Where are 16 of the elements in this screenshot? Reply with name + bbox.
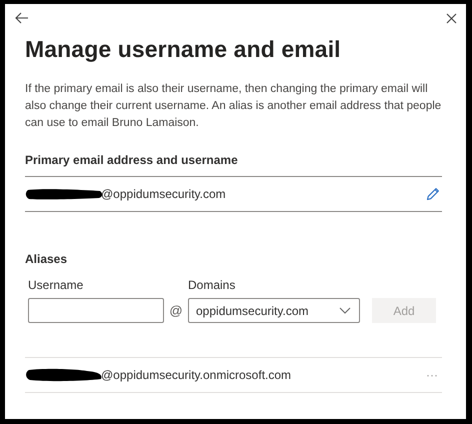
field-label: Username [28, 278, 84, 292]
domain-dropdown[interactable]: oppidumsecurity.com [188, 298, 360, 323]
email-address: @oppidumsecurity.onmicrosoft.com [101, 368, 292, 382]
section-heading: Aliases [25, 252, 68, 268]
at-sign: @ [168, 302, 184, 320]
section-heading: Primary email address and username [25, 153, 442, 177]
field-label: Domains [188, 278, 236, 292]
close-icon[interactable] [444, 10, 459, 26]
panel-title: Manage username and email [25, 36, 342, 63]
description-text: If the primary email is also their username, then changing the primary email will also change their current username. An alias is another email address that people can use to email Bruno Lamaison. [25, 82, 442, 131]
email-address: @oppidumsecurity.com [101, 187, 226, 201]
more-button[interactable]: ··· [422, 368, 442, 382]
username-field[interactable] [28, 298, 164, 323]
back-icon[interactable] [13, 10, 31, 26]
edit-icon[interactable] [424, 185, 442, 203]
chevron-icon [339, 307, 351, 314]
